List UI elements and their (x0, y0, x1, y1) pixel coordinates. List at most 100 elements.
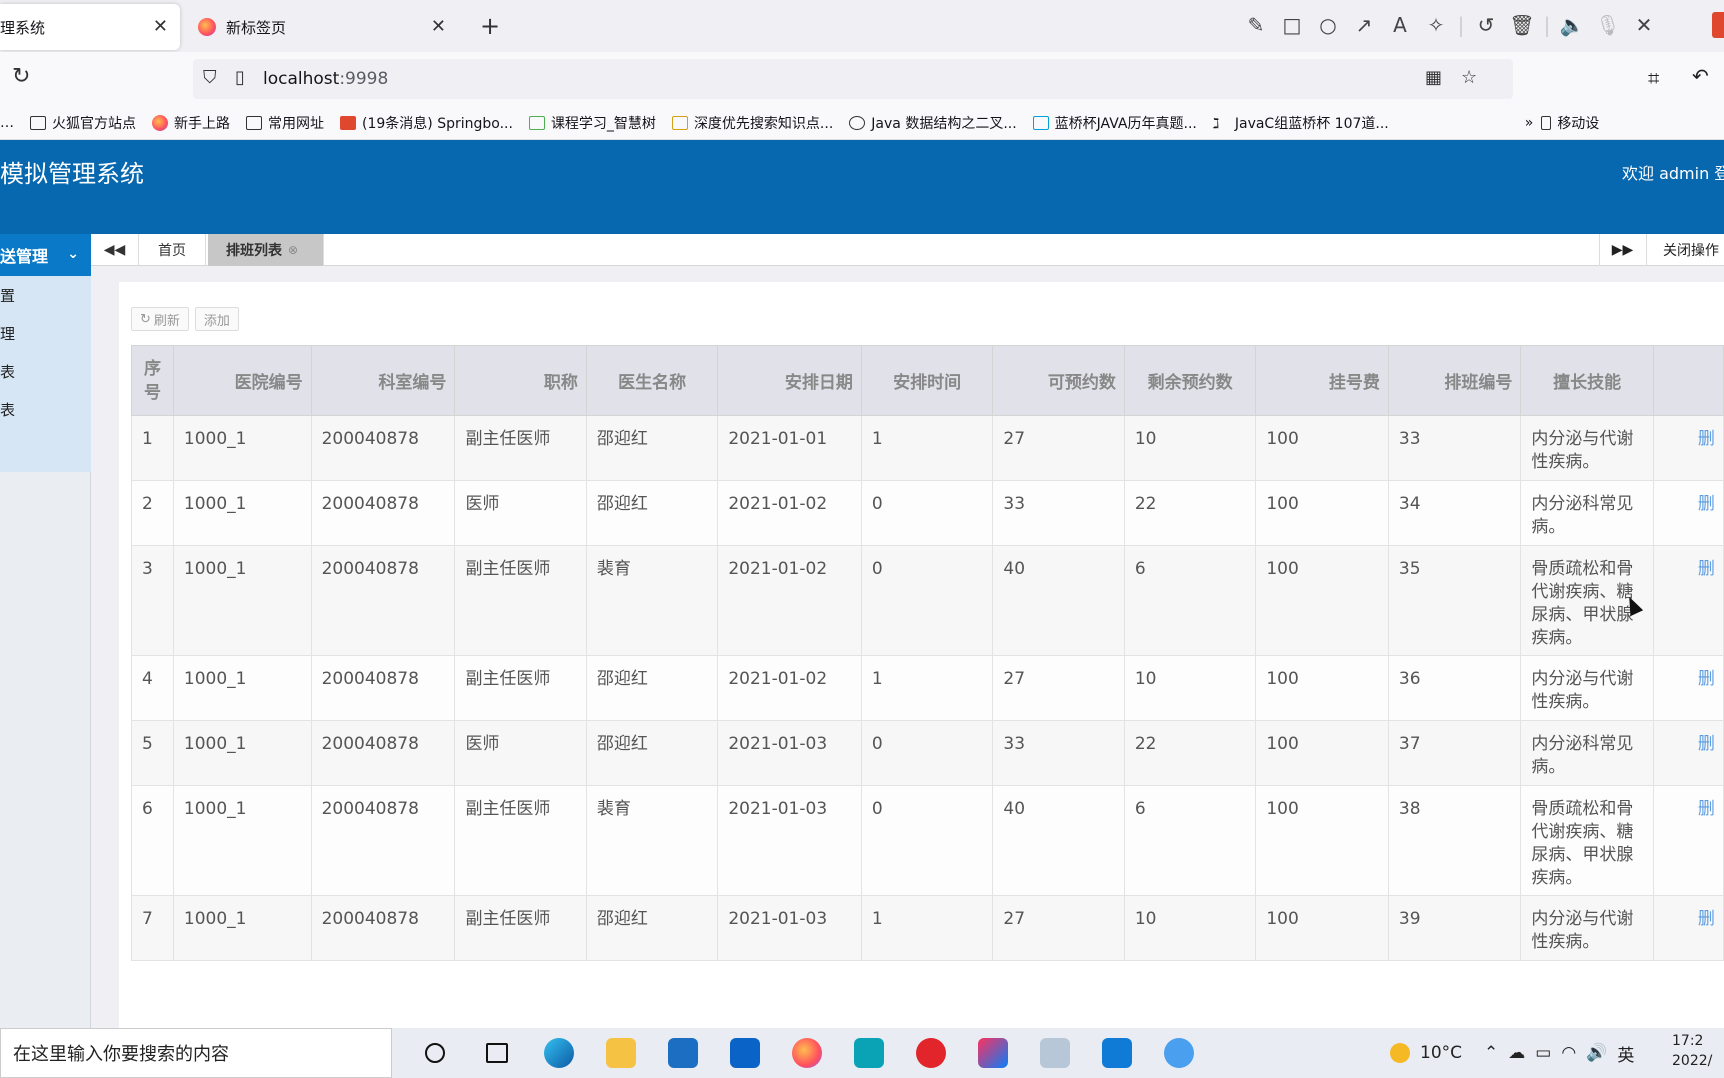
delete-link[interactable]: 删 (1652, 655, 1724, 721)
bookmark-item[interactable]: (19条消息) Springbo... (340, 113, 513, 133)
double-chevron-right-icon[interactable]: ▶▶ (1599, 234, 1645, 266)
file-explorer-icon[interactable] (590, 1028, 652, 1078)
delete-link[interactable]: 删 (1652, 415, 1724, 481)
sidebar-group-header[interactable]: 送管理 ⌄ (0, 234, 91, 276)
column-header[interactable]: 序号 (131, 345, 174, 416)
close-icon[interactable]: ✕ (431, 16, 446, 37)
bookmark-item[interactable]: 新手上路 (152, 113, 230, 133)
column-header[interactable]: 医生名称 (585, 345, 719, 416)
task-view-icon[interactable] (466, 1028, 528, 1078)
firefox-icon[interactable] (776, 1028, 838, 1078)
table-row[interactable]: 3 1000_1 200040878 副主任医师 裴育 2021-01-02 0 40 6 100… (131, 545, 1724, 656)
battery-icon[interactable]: ▭ (1535, 1043, 1551, 1063)
star-icon[interactable]: ☆ (1461, 67, 1477, 88)
bookmark-item[interactable]: ℷ JavaC组蓝桥杯 107道... (1213, 113, 1389, 133)
circle-icon[interactable]: ○ (1310, 10, 1346, 40)
column-header[interactable]: 可预约数 (992, 345, 1125, 416)
table-row[interactable]: 7 1000_1 200040878 副主任医师 邵迎红 2021-01-03 1 27 10 1… (131, 895, 1724, 961)
table-cell: 2021-01-03 (717, 720, 862, 786)
column-header[interactable]: 擅长技能 (1520, 345, 1654, 416)
cortana-icon[interactable] (404, 1028, 466, 1078)
delete-link[interactable]: 删 (1652, 785, 1724, 896)
delete-link[interactable]: 删 (1652, 545, 1724, 656)
close-icon[interactable]: ✕ (1626, 10, 1662, 40)
mail-icon[interactable] (714, 1028, 776, 1078)
chevron-right-icon[interactable]: » (1525, 115, 1534, 131)
table-row[interactable]: 2 1000_1 200040878 医师 邵迎红 2021-01-02 0 33 22 100 3… (131, 480, 1724, 546)
column-header[interactable]: 医院编号 (172, 345, 312, 416)
tab-home[interactable]: 首页 (140, 234, 206, 266)
photos-icon[interactable] (1024, 1028, 1086, 1078)
reload-icon[interactable]: ↻ (12, 64, 30, 89)
url-bar[interactable]: ⛉ ▯ localhost:9998 ▦ ☆ (193, 59, 1513, 99)
tab-schedule-list[interactable]: 排班列表 ⊗ (208, 234, 324, 266)
column-header[interactable]: 安排日期 (717, 345, 862, 416)
rectangle-icon[interactable]: □ (1274, 10, 1310, 40)
bookmark-item[interactable]: 蓝桥杯JAVA历年真题... (1032, 113, 1197, 133)
delete-link[interactable]: 删 (1652, 720, 1724, 786)
column-header[interactable]: 科室编号 (310, 345, 456, 416)
new-tab-button[interactable]: + (480, 12, 500, 40)
shield-icon[interactable]: ⛉ (203, 67, 217, 88)
arrow-icon[interactable]: ↗ (1346, 10, 1382, 40)
qr-code-icon[interactable]: ▦ (1425, 67, 1442, 88)
cloud-icon[interactable]: ☁ (1508, 1043, 1525, 1063)
bookmark-item[interactable]: 深度优先搜索知识点... (671, 113, 833, 133)
double-chevron-left-icon[interactable]: ◀◀ (91, 234, 139, 266)
vscode-icon[interactable] (1086, 1028, 1148, 1078)
column-header[interactable]: 挂号费 (1255, 345, 1389, 416)
close-tab-icon[interactable]: ⊗ (288, 243, 298, 257)
table-row[interactable]: 4 1000_1 200040878 副主任医师 邵迎红 2021-01-02 1 27 10 1… (131, 655, 1724, 721)
wifi-icon[interactable]: ◠ (1561, 1043, 1576, 1063)
sidebar-item[interactable]: 表 (0, 352, 91, 390)
netease-music-icon[interactable] (900, 1028, 962, 1078)
app-icon[interactable] (838, 1028, 900, 1078)
magic-wand-icon[interactable]: ✧ (1418, 10, 1454, 40)
intellij-icon[interactable] (962, 1028, 1024, 1078)
taskbar-search-box[interactable]: 在这里输入你要搜索的内容 (0, 1028, 392, 1078)
delete-link[interactable]: 删 (1652, 895, 1724, 961)
table-row[interactable]: 1 1000_1 200040878 副主任医师 邵迎红 2021-01-01 1 27 10 1… (131, 415, 1724, 481)
crop-icon[interactable]: ⌗ (1648, 66, 1659, 90)
browser-app-icon[interactable] (1148, 1028, 1210, 1078)
table-cell: 0 (860, 720, 994, 786)
ime-indicator[interactable]: 英 (1617, 1041, 1634, 1066)
column-header[interactable]: 剩余预约数 (1123, 345, 1257, 416)
add-button[interactable]: 添加 (194, 307, 239, 331)
chevron-up-icon[interactable]: ⌃ (1484, 1043, 1498, 1063)
delete-link[interactable]: 删 (1652, 480, 1724, 546)
browser-tab[interactable]: 新标签页 ✕ (188, 4, 458, 50)
column-header[interactable]: 安排时间 (860, 345, 994, 416)
pencil-icon[interactable]: ✎ (1238, 10, 1274, 40)
bookmark-item[interactable]: 常用网址 (246, 113, 324, 133)
speaker-icon[interactable]: 🔈 (1554, 10, 1590, 40)
table-row[interactable]: 6 1000_1 200040878 副主任医师 裴育 2021-01-03 0 40 6 100… (131, 785, 1724, 896)
trash-icon[interactable]: 🗑 (1504, 10, 1540, 40)
undo-icon[interactable]: ↺ (1468, 10, 1504, 40)
bookmark-item[interactable]: 课程学习_智慧树 (528, 113, 656, 133)
sidebar-item[interactable]: 置 (0, 276, 91, 314)
sidebar-item[interactable]: 理 (0, 314, 91, 352)
sidebar-item[interactable]: 表 (0, 390, 91, 428)
table-cell: 27 (992, 895, 1125, 961)
bookmark-item[interactable]: Java 数据结构之二叉... (849, 113, 1017, 133)
bookmark-item[interactable]: 火狐官方站点 (30, 113, 136, 133)
weather-sun-icon[interactable] (1390, 1043, 1410, 1063)
store-icon[interactable] (652, 1028, 714, 1078)
edge-icon[interactable] (528, 1028, 590, 1078)
column-header[interactable]: 职称 (454, 345, 587, 416)
table-row[interactable]: 5 1000_1 200040878 医师 邵迎红 2021-01-03 0 33 22 100 3… (131, 720, 1724, 786)
weather-temperature[interactable]: 10°C (1420, 1043, 1462, 1063)
close-icon[interactable]: ✕ (153, 16, 168, 37)
refresh-button[interactable]: ↻ 刷新 (131, 307, 189, 331)
browser-tab-active[interactable]: 理系统 ✕ (0, 4, 180, 50)
volume-icon[interactable]: 🔊 (1586, 1043, 1607, 1063)
close-operations-button[interactable]: 关闭操作 (1646, 234, 1719, 266)
mobile-bookmarks[interactable]: 移动设 (1541, 113, 1599, 133)
clock[interactable]: 17:2 2022/ (1672, 1031, 1712, 1071)
column-header[interactable]: 排班编号 (1387, 345, 1522, 416)
text-icon[interactable]: A (1382, 10, 1418, 40)
microphone-muted-icon[interactable]: 🎙 (1590, 10, 1626, 40)
bookmark-item[interactable]: … (0, 115, 14, 131)
back-arrow-icon[interactable]: ↶ (1692, 64, 1709, 88)
